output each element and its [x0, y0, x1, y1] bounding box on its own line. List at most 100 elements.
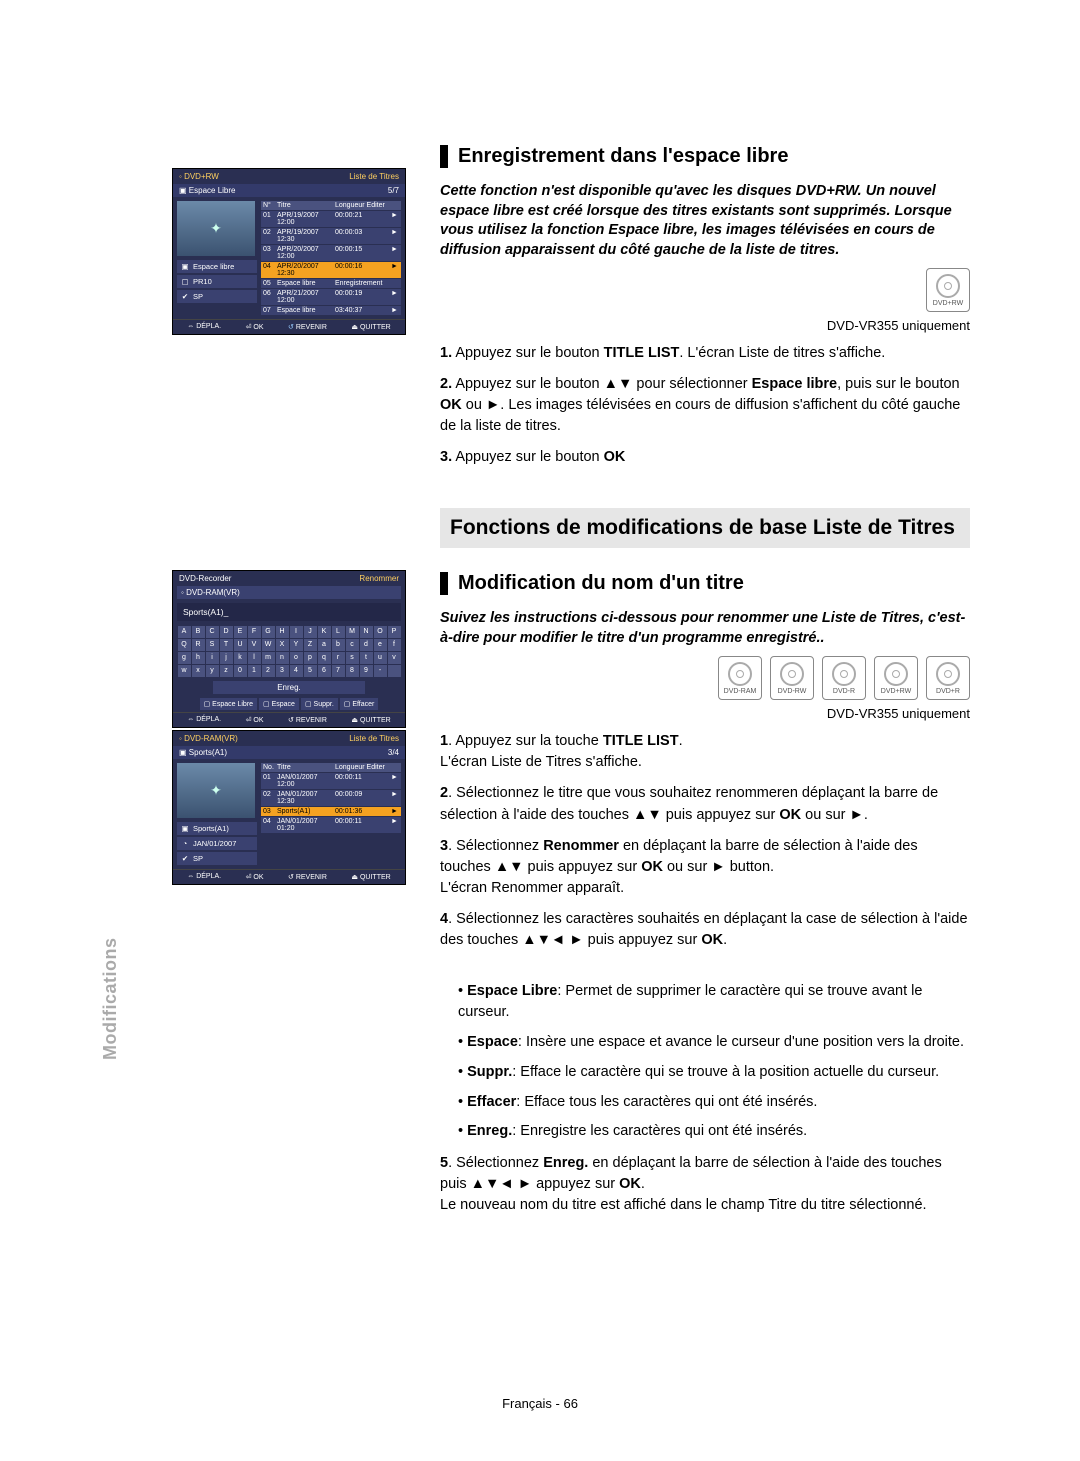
bullet-item: Effacer: Efface tous les caractères qui …	[458, 1092, 970, 1114]
kbd-key: u	[374, 652, 387, 664]
shot2-title-right: Renommer	[359, 574, 399, 583]
kbd-key: K	[318, 626, 331, 638]
kbd-key: Y	[290, 639, 303, 651]
kbd-key: P	[388, 626, 401, 638]
kbd-key: N	[360, 626, 373, 638]
shot1-sidebar: ▣Espace libre ▢PR10 ✔SP	[177, 260, 257, 303]
kbd-key: W	[262, 639, 275, 651]
section2-disc-icons: DVD-RAMDVD-RWDVD-RDVD+RWDVD+R	[440, 656, 970, 700]
shot1-table: N°TitreLongueur Editer 01APR/19/2007 12:…	[261, 201, 401, 315]
main-content: Enregistrement dans l'espace libre Cette…	[440, 145, 970, 1246]
kbd-key: 8	[346, 665, 359, 677]
kbd-key: -	[374, 665, 387, 677]
section2-step5: 5. Sélectionnez Enreg. en déplaçant la b…	[440, 1153, 970, 1216]
kbd-key: E	[234, 626, 247, 638]
shot1-title: Liste de Titres	[349, 172, 399, 181]
kbd-key: S	[206, 639, 219, 651]
kbd-key: I	[290, 626, 303, 638]
kbd-key: m	[262, 652, 275, 664]
kbd-key: 7	[332, 665, 345, 677]
step-item: 2. Sélectionnez le titre que vous souhai…	[440, 783, 970, 825]
table-row: 04APR/20/2007 12:3000:00:16►	[261, 261, 401, 278]
kbd-key: v	[388, 652, 401, 664]
screenshot-espace-libre: ◦ DVD+RWListe de Titres ▣ Espace Libre5/…	[172, 168, 406, 335]
section2-intro: Suivez les instructions ci-dessous pour …	[440, 609, 970, 648]
shot3-sidebar: ▣Sports(A1) ◔JAN/01/2007 ✔SP	[177, 822, 257, 865]
kbd-func: ▢ Espace	[259, 698, 299, 710]
kbd-key: 4	[290, 665, 303, 677]
shot2-func-row: ▢ Espace Libre▢ Espace▢ Suppr.▢ Effacer	[177, 698, 401, 710]
kbd-key: j	[220, 652, 233, 664]
kbd-key: n	[276, 652, 289, 664]
table-row: 07Espace libre03:40:37►	[261, 305, 401, 315]
step-item: 3. Appuyez sur le bouton OK	[440, 447, 970, 468]
section2-heading: Modification du nom d'un titre	[440, 572, 970, 595]
kbd-key: 0	[234, 665, 247, 677]
section2-bullets: Espace Libre: Permet de supprimer le car…	[440, 981, 970, 1144]
table-row: 05Espace libreEnregistrement	[261, 278, 401, 288]
shot3-table: No.TitreLongueur Editer 01JAN/01/2007 12…	[261, 763, 401, 865]
kbd-key: x	[192, 665, 205, 677]
kbd-key: D	[220, 626, 233, 638]
table-row: 06APR/21/2007 12:0000:00:19►	[261, 288, 401, 305]
step-item: 3. Sélectionnez Renommer en déplaçant la…	[440, 836, 970, 899]
section1-disc-icons: DVD+RW	[440, 268, 970, 312]
disc-icon: DVD-RAM	[718, 656, 762, 700]
kbd-key: 3	[276, 665, 289, 677]
kbd-key: h	[192, 652, 205, 664]
kbd-key: w	[178, 665, 191, 677]
page-footer: Français - 66	[0, 1396, 1080, 1411]
disc-icon: DVD-RW	[770, 656, 814, 700]
kbd-key: B	[192, 626, 205, 638]
kbd-func: ▢ Espace Libre	[200, 698, 257, 710]
screenshot-rename-keyboard: DVD-RecorderRenommer ◦ DVD-RAM(VR) Sport…	[172, 570, 406, 728]
kbd-key: R	[192, 639, 205, 651]
section1-note: DVD-VR355 uniquement	[440, 318, 970, 333]
table-row: 03APR/20/2007 12:0000:00:15►	[261, 244, 401, 261]
section1-steps: 1. Appuyez sur le bouton TITLE LIST. L'é…	[440, 343, 970, 468]
bullet-item: Espace: Insère une espace et avance le c…	[458, 1032, 970, 1054]
kbd-key: c	[346, 639, 359, 651]
shot2-title-left: DVD-Recorder	[179, 574, 231, 583]
kbd-key: d	[360, 639, 373, 651]
kbd-key: X	[276, 639, 289, 651]
kbd-key: T	[220, 639, 233, 651]
section1-intro: Cette fonction n'est disponible qu'avec …	[440, 182, 970, 260]
table-row: 01JAN/01/2007 12:0000:00:11►	[261, 772, 401, 789]
step-item: 1. Appuyez sur le bouton TITLE LIST. L'é…	[440, 343, 970, 364]
kbd-key: M	[346, 626, 359, 638]
step-item: 1. Appuyez sur la touche TITLE LIST.L'éc…	[440, 731, 970, 773]
step-item: 4. Sélectionnez les caractères souhaités…	[440, 909, 970, 951]
bullet-item: Espace Libre: Permet de supprimer le car…	[458, 981, 970, 1025]
shot2-enreg-btn: Enreg.	[213, 681, 365, 694]
kbd-key: r	[332, 652, 345, 664]
function-bar: Fonctions de modifications de base Liste…	[440, 508, 970, 548]
kbd-key: 1	[248, 665, 261, 677]
kbd-key: t	[360, 652, 373, 664]
kbd-key: U	[234, 639, 247, 651]
kbd-key: 6	[318, 665, 331, 677]
kbd-key: 9	[360, 665, 373, 677]
kbd-key: f	[388, 639, 401, 651]
bullet-item: Enreg.: Enregistre les caractères qui on…	[458, 1121, 970, 1143]
kbd-key: s	[346, 652, 359, 664]
kbd-key: A	[178, 626, 191, 638]
kbd-key: q	[318, 652, 331, 664]
kbd-key: i	[206, 652, 219, 664]
kbd-key: o	[290, 652, 303, 664]
table-row: 03Sports(A1)00:01:36►	[261, 806, 401, 816]
step-item: 5. Sélectionnez Enreg. en déplaçant la b…	[440, 1153, 970, 1216]
kbd-key: G	[262, 626, 275, 638]
shot1-disc: DVD+RW	[184, 172, 219, 181]
kbd-key: H	[276, 626, 289, 638]
kbd-key: 2	[262, 665, 275, 677]
kbd-key: C	[206, 626, 219, 638]
kbd-key: Z	[304, 639, 317, 651]
kbd-key: b	[332, 639, 345, 651]
disc-icon: DVD+RW	[874, 656, 918, 700]
kbd-key: l	[248, 652, 261, 664]
bullet-item: Suppr.: Efface le caractère qui se trouv…	[458, 1062, 970, 1084]
kbd-key: k	[234, 652, 247, 664]
kbd-key: z	[220, 665, 233, 677]
step-item: 2. Appuyez sur le bouton ▲▼ pour sélecti…	[440, 374, 970, 437]
